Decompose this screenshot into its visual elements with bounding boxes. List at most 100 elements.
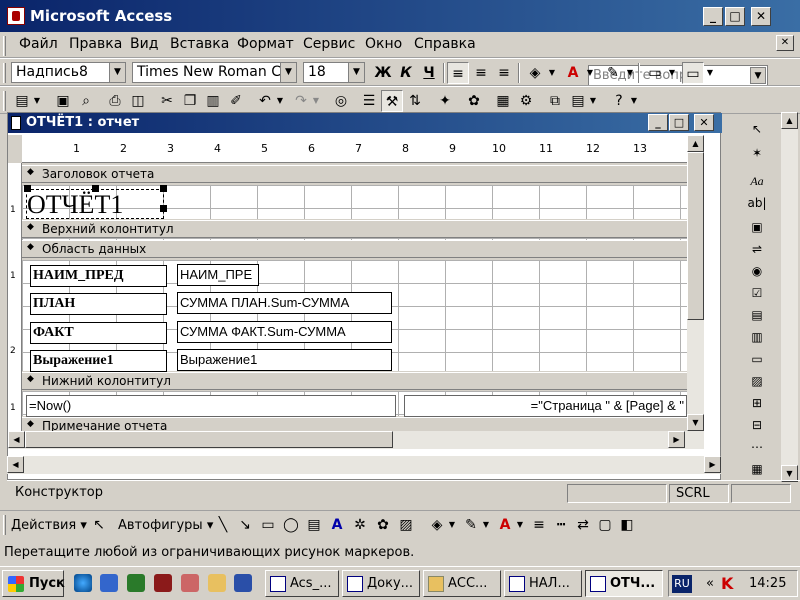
label-expression1[interactable]: Выражение1 — [30, 350, 167, 372]
word-icon[interactable] — [234, 574, 252, 592]
toolbar-grip[interactable] — [3, 91, 6, 111]
scroll-thumb[interactable] — [687, 152, 704, 320]
line-style-icon[interactable]: ≡ — [528, 514, 550, 536]
field-sum-fakt[interactable]: СУММА ФАКТ.Sum-СУММА — [177, 321, 392, 343]
chevron-down-icon[interactable]: ▼ — [348, 63, 364, 82]
align-left-button[interactable]: ≡ — [447, 62, 469, 84]
scroll-up-button[interactable]: ▲ — [781, 112, 798, 129]
folder-icon[interactable] — [208, 574, 226, 592]
outlook-icon[interactable] — [100, 574, 118, 592]
align-right-button[interactable]: ≡ — [493, 62, 515, 84]
internet-explorer-icon[interactable] — [74, 574, 92, 592]
app-vertical-scrollbar[interactable]: ▲ ▼ — [781, 112, 798, 482]
app-horizontal-scrollbar[interactable]: ◀ ▶ — [7, 456, 721, 474]
section-detail[interactable]: Область данных — [22, 240, 687, 258]
select-objects-icon[interactable]: ↖ — [746, 118, 768, 140]
undo-dropdown[interactable]: ▼ — [274, 90, 286, 112]
unbound-frame-icon[interactable]: ⊞ — [746, 392, 768, 414]
label-plan[interactable]: ПЛАН — [30, 293, 167, 315]
field-page-number[interactable]: ="Страница " & [Page] & " — [404, 395, 687, 417]
start-button[interactable]: Пуск — [2, 570, 65, 597]
diagram-icon[interactable]: ✲ — [349, 514, 371, 536]
line-width-icon[interactable]: ▭ — [644, 62, 666, 84]
selection-handle[interactable] — [160, 205, 167, 212]
select-pointer-icon[interactable]: ↖ — [88, 514, 110, 536]
oval-tool-icon[interactable]: ◯ — [280, 514, 302, 536]
dash-style-icon[interactable]: ┅ — [550, 514, 572, 536]
paste-icon[interactable]: ▥ — [202, 90, 224, 112]
task-acs[interactable]: Acs_... — [265, 570, 339, 597]
combo-box-icon[interactable]: ▤ — [746, 304, 768, 326]
scroll-left-button[interactable]: ◀ — [7, 456, 24, 473]
menu-file[interactable]: Файл — [19, 36, 58, 52]
toolbar-grip[interactable] — [3, 63, 6, 83]
scroll-right-button[interactable]: ▶ — [704, 456, 721, 473]
wordart-icon[interactable]: A — [326, 514, 348, 536]
report-design-surface[interactable]: 1 2 3 4 5 6 7 8 9 10 11 12 13 1 1 2 1 За… — [8, 135, 687, 431]
close-button[interactable]: ✕ — [751, 7, 771, 26]
report-icon[interactable] — [11, 116, 21, 130]
toolbar-grip[interactable] — [3, 515, 6, 535]
selection-handle[interactable] — [160, 185, 167, 192]
menu-window[interactable]: Окно — [365, 36, 402, 52]
excel-icon[interactable] — [127, 574, 145, 592]
selection-handle[interactable] — [92, 185, 99, 192]
help-dropdown[interactable]: ▼ — [628, 90, 640, 112]
access-icon[interactable] — [154, 574, 172, 592]
toggle-button-icon[interactable]: ⇌ — [746, 238, 768, 260]
toolbox-icon[interactable]: ⚒ — [381, 90, 403, 112]
print-icon[interactable]: ⎙ — [104, 90, 126, 112]
hyperlink-icon[interactable]: ◎ — [330, 90, 352, 112]
access-app-icon[interactable] — [7, 7, 25, 25]
font-color-dropdown[interactable]: ▼ — [514, 514, 526, 536]
menu-help[interactable]: Справка — [414, 36, 476, 52]
rectangle-tool-icon[interactable]: ▭ — [257, 514, 279, 536]
format-painter-icon[interactable]: ✐ — [225, 90, 247, 112]
section-page-footer[interactable]: Нижний колонтитул — [22, 372, 687, 390]
object-selector[interactable]: Надпись8 ▼ — [11, 62, 126, 83]
undo-icon[interactable]: ↶ — [254, 90, 276, 112]
save-icon[interactable]: ▣ — [52, 90, 74, 112]
special-effect-dropdown[interactable]: ▼ — [704, 62, 716, 84]
report-close-button[interactable]: ✕ — [694, 114, 714, 131]
tab-control-icon[interactable]: ▦ — [746, 458, 768, 480]
help-icon[interactable]: ? — [608, 90, 630, 112]
autoshapes-menu[interactable]: Автофигуры ▾ — [118, 518, 213, 533]
line-tool-icon[interactable]: ╲ — [212, 514, 234, 536]
print-preview-icon[interactable]: ◫ — [127, 90, 149, 112]
report-maximize-button[interactable]: □ — [669, 114, 689, 131]
underline-button[interactable]: Ч — [418, 62, 440, 84]
font-color-icon[interactable]: A — [494, 514, 516, 536]
report-vertical-scrollbar[interactable]: ▲ ▼ — [687, 135, 704, 449]
field-sum-plan[interactable]: СУММА ПЛАН.Sum-СУММА — [177, 292, 392, 314]
sorting-grouping-icon[interactable]: ⇅ — [404, 90, 426, 112]
scroll-down-button[interactable]: ▼ — [687, 414, 704, 431]
checkbox-tool-icon[interactable]: ☑ — [746, 282, 768, 304]
report-title-label[interactable]: ОТЧЁТ1 — [26, 189, 164, 219]
label-naim-pred[interactable]: НАИМ_ПРЕД — [30, 265, 167, 287]
font-size-combo[interactable]: 18 ▼ — [303, 62, 365, 83]
code-icon[interactable]: ✿ — [463, 90, 485, 112]
italic-button[interactable]: К — [395, 62, 417, 84]
line-color-dropdown[interactable]: ▼ — [480, 514, 492, 536]
shadow-style-icon[interactable]: ▢ — [594, 514, 616, 536]
command-button-icon[interactable]: ▭ — [746, 348, 768, 370]
list-box-icon[interactable]: ▥ — [746, 326, 768, 348]
menu-edit[interactable]: Правка — [69, 36, 122, 52]
3d-style-icon[interactable]: ◧ — [616, 514, 638, 536]
language-indicator[interactable]: RU — [672, 575, 692, 593]
fill-color-dropdown[interactable]: ▼ — [446, 514, 458, 536]
task-access-folder[interactable]: АСС... — [423, 570, 501, 597]
search-icon[interactable]: ⌕ — [75, 90, 97, 112]
textbox-tool-icon[interactable]: ab| — [746, 192, 768, 214]
arrow-style-icon[interactable]: ⇄ — [572, 514, 594, 536]
field-list-icon[interactable]: ☰ — [358, 90, 380, 112]
autoformat-icon[interactable]: ✦ — [434, 90, 456, 112]
menu-insert[interactable]: Вставка — [170, 36, 229, 52]
task-nal[interactable]: НАЛ... — [504, 570, 582, 597]
field-expression1[interactable]: Выражение1 — [177, 349, 392, 371]
special-effect-icon[interactable]: ▭ — [682, 62, 704, 84]
report-header-area[interactable]: ОТЧЁТ1 — [22, 185, 687, 219]
fill-color-dropdown[interactable]: ▼ — [546, 62, 558, 84]
menu-tools[interactable]: Сервис — [303, 36, 355, 52]
